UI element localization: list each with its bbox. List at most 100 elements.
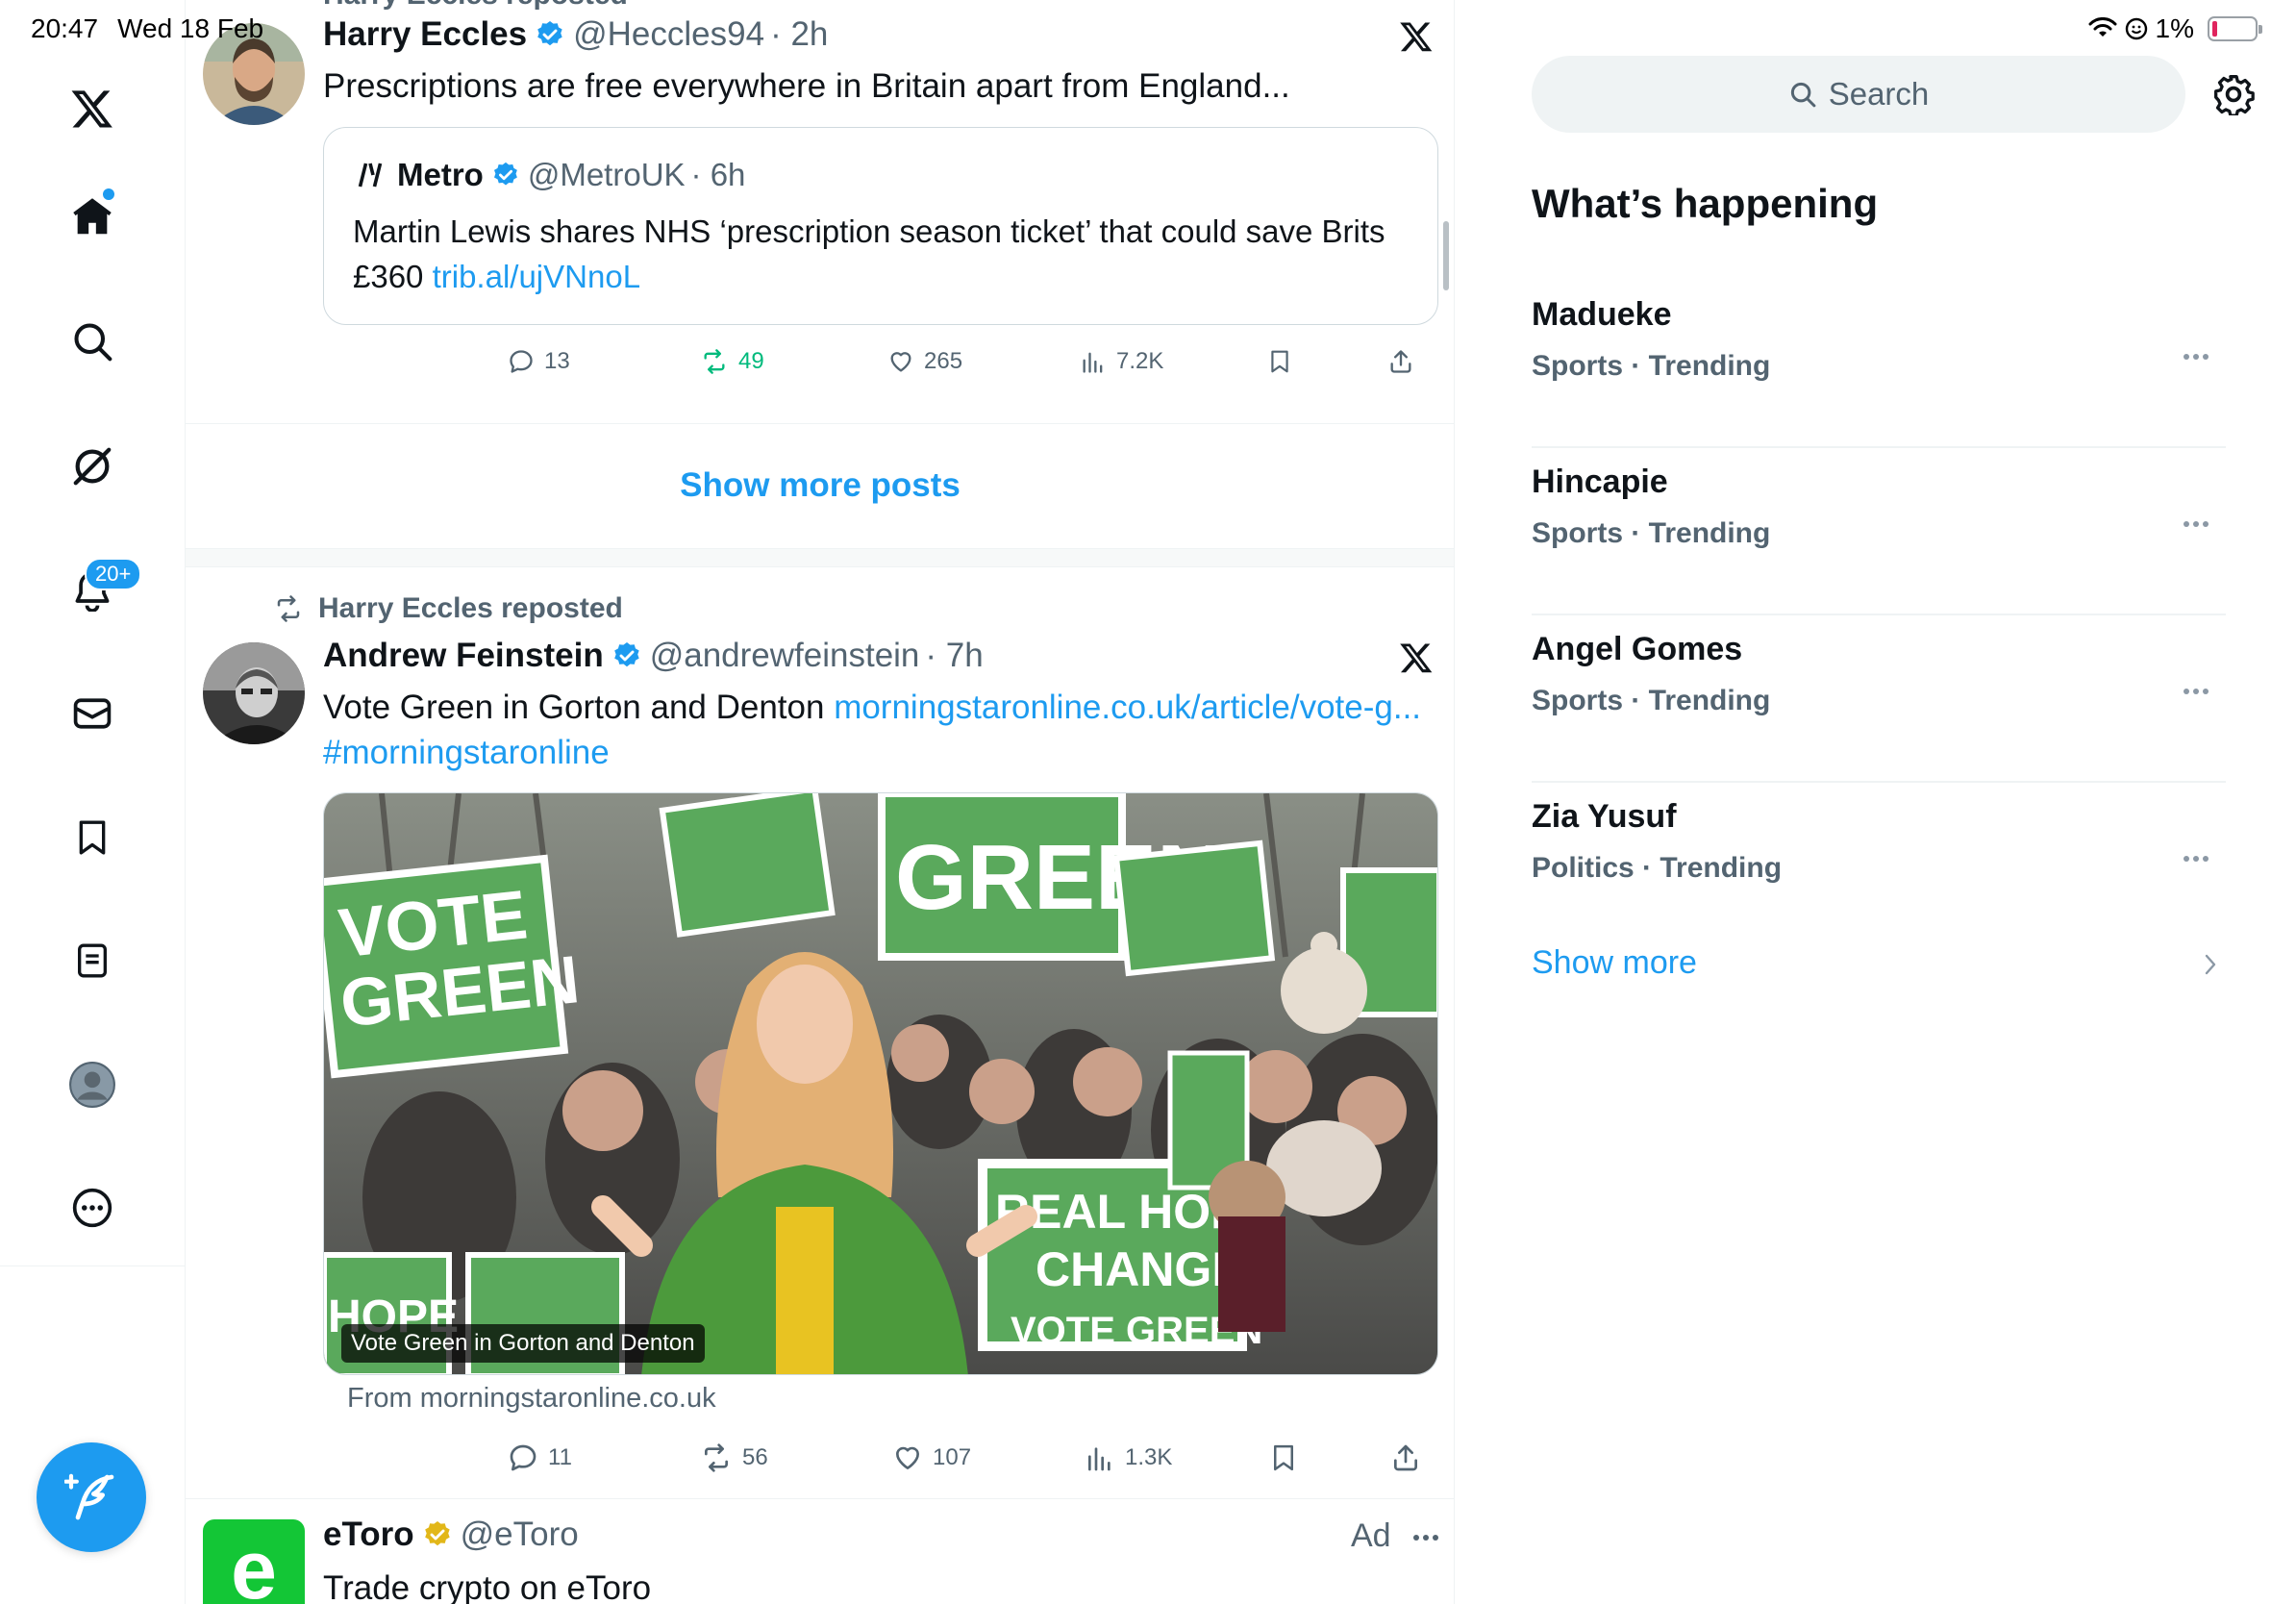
quoted-tweet[interactable]: Metro @MetroUK · 6h Martin Lewis shares …	[323, 127, 1438, 325]
ad-text: Ad	[1351, 1517, 1391, 1554]
reply-button[interactable]: 13	[508, 342, 570, 381]
like-button[interactable]: 265	[887, 342, 962, 381]
more-dots-icon[interactable]	[1411, 1533, 1440, 1542]
views-button[interactable]: 7.2K	[1080, 342, 1163, 381]
metro-logo-icon	[353, 158, 387, 192]
status-bar-left: 20:47 Wed 18 Feb	[31, 13, 263, 44]
search-input[interactable]: Search	[1532, 56, 2185, 133]
share-icon	[1394, 1444, 1417, 1471]
whats-happening-title: What’s happening	[1532, 181, 1879, 226]
bookmarks-icon[interactable]	[62, 807, 123, 868]
lists-icon[interactable]	[62, 930, 123, 991]
share-button[interactable]	[1387, 342, 1414, 381]
grok-icon[interactable]	[62, 436, 123, 497]
bookmark-button[interactable]	[1269, 1439, 1298, 1477]
like-count: 265	[924, 348, 963, 374]
quoted-text: Martin Lewis shares NHS ‘prescription se…	[353, 209, 1410, 299]
views-chart-icon	[1083, 352, 1103, 373]
repost-button[interactable]: 49	[700, 342, 764, 381]
link-card-image[interactable]: VOTE GREEN GREEN REAL HOPE CHANGE VOTE G…	[323, 792, 1438, 1375]
ad-label: Ad	[1351, 1517, 1440, 1555]
messages-icon[interactable]	[62, 683, 123, 744]
repost-icon	[705, 1443, 728, 1472]
author-handle[interactable]: @eToro	[461, 1516, 579, 1554]
compose-feather-icon	[64, 1473, 114, 1520]
trend-meta: Sports · Trending	[1532, 685, 1771, 716]
reply-button[interactable]: 11	[508, 1439, 572, 1477]
bookmark-icon	[1271, 350, 1288, 373]
status-bar-right: 1%	[2088, 13, 2262, 44]
search-icon[interactable]	[62, 311, 123, 372]
verified-badge-icon	[491, 161, 520, 189]
trend-name: Zia Yusuf	[1532, 798, 1677, 835]
focus-icon	[2125, 17, 2148, 40]
battery-percent: 1%	[2155, 13, 2194, 43]
battery-icon	[2208, 16, 2262, 41]
verified-badge-icon	[611, 640, 642, 671]
trend-item[interactable]: Hincapie Sports · Trending	[1532, 448, 2226, 615]
tweet-time[interactable]: · 2h	[770, 15, 828, 54]
tweet-body: Vote Green in Gorton and Denton	[323, 689, 835, 726]
partial-repost-line: Harry Eccles reposted	[323, 0, 628, 12]
author-name[interactable]: Andrew Feinstein	[323, 637, 604, 675]
verified-badge-icon	[535, 19, 565, 50]
quoted-time: · 6h	[690, 157, 746, 192]
hashtag-link[interactable]: #morningstaronline	[323, 734, 610, 771]
quoted-link[interactable]: trib.al/ujVNnoL	[433, 259, 640, 294]
more-dots-icon[interactable]	[2182, 854, 2210, 864]
tweet-actions: 13 49 265 7.2K	[508, 342, 1454, 381]
view-count: 7.2K	[1116, 348, 1164, 374]
reposted-by-text[interactable]: Harry Eccles reposted	[318, 592, 623, 625]
tweet-time[interactable]: · 7h	[925, 637, 983, 675]
feed-scrollbar[interactable]	[1443, 221, 1449, 290]
like-count: 107	[933, 1444, 972, 1470]
view-count: 1.3K	[1125, 1444, 1173, 1470]
author-handle[interactable]: @Heccles94	[573, 15, 764, 54]
more-dots-icon[interactable]	[2182, 519, 2210, 529]
wifi-icon	[2088, 17, 2117, 40]
section-separator	[186, 548, 1454, 567]
x-brand-icon[interactable]	[1399, 19, 1434, 54]
share-button[interactable]	[1390, 1439, 1421, 1477]
author-handle[interactable]: @andrewfeinstein	[650, 637, 920, 675]
chevron-right-icon[interactable]	[2203, 952, 2218, 977]
x-logo-icon[interactable]	[62, 78, 123, 139]
repost-context: Harry Eccles reposted	[272, 592, 623, 625]
status-time: 20:47	[31, 13, 99, 43]
article-link[interactable]: morningstaronline.co.uk/article/vote-g..…	[834, 689, 1421, 726]
trend-item[interactable]: Angel Gomes Sports · Trending	[1532, 615, 2226, 783]
link-source[interactable]: From morningstaronline.co.uk	[347, 1383, 716, 1415]
author-name[interactable]: eToro	[323, 1516, 414, 1554]
author-name[interactable]: Harry Eccles	[323, 15, 527, 54]
profile-avatar-icon[interactable]	[62, 1054, 123, 1115]
show-more-link[interactable]: Show more	[1532, 944, 1697, 982]
bookmark-icon	[1274, 1444, 1293, 1471]
views-chart-icon	[1088, 1447, 1111, 1471]
tweet-text: Vote Green in Gorton and Denton mornings…	[323, 685, 1443, 775]
right-sidebar: Search What’s happening Madueke Sports ·…	[1455, 0, 2296, 1604]
search-placeholder: Search	[1828, 76, 1930, 112]
status-date: Wed 18 Feb	[117, 13, 264, 43]
trend-name: Angel Gomes	[1532, 631, 1743, 667]
etoro-logo[interactable]: e	[203, 1519, 305, 1604]
more-options-icon[interactable]	[62, 1177, 123, 1239]
avatar[interactable]	[203, 642, 305, 744]
bookmark-button[interactable]	[1267, 342, 1292, 381]
trend-item[interactable]: Madueke Sports · Trending	[1532, 281, 2226, 448]
settings-gear-icon[interactable]	[2212, 73, 2255, 115]
more-dots-icon[interactable]	[2182, 687, 2210, 696]
repost-button[interactable]: 56	[700, 1439, 768, 1477]
tweet-header: eToro @eToro	[323, 1516, 579, 1554]
quoted-author-name[interactable]: Metro	[397, 157, 484, 193]
like-button[interactable]: 107	[892, 1439, 971, 1477]
compose-post-button[interactable]	[37, 1442, 146, 1552]
show-more-posts-button[interactable]: Show more posts	[186, 423, 1454, 548]
timeline-feed: Harry Eccles reposted Harry Eccles @Hecc…	[186, 0, 1455, 1604]
trend-name: Madueke	[1532, 296, 1672, 333]
tweet-text: Prescriptions are free everywhere in Bri…	[323, 67, 1290, 105]
trend-item[interactable]: Zia Yusuf Politics · Trending	[1532, 783, 2226, 950]
tweet-header: Harry Eccles @Heccles94 · 2h	[323, 15, 828, 54]
x-brand-icon[interactable]	[1399, 640, 1434, 675]
more-dots-icon[interactable]	[2182, 352, 2210, 362]
views-button[interactable]: 1.3K	[1085, 1439, 1172, 1477]
